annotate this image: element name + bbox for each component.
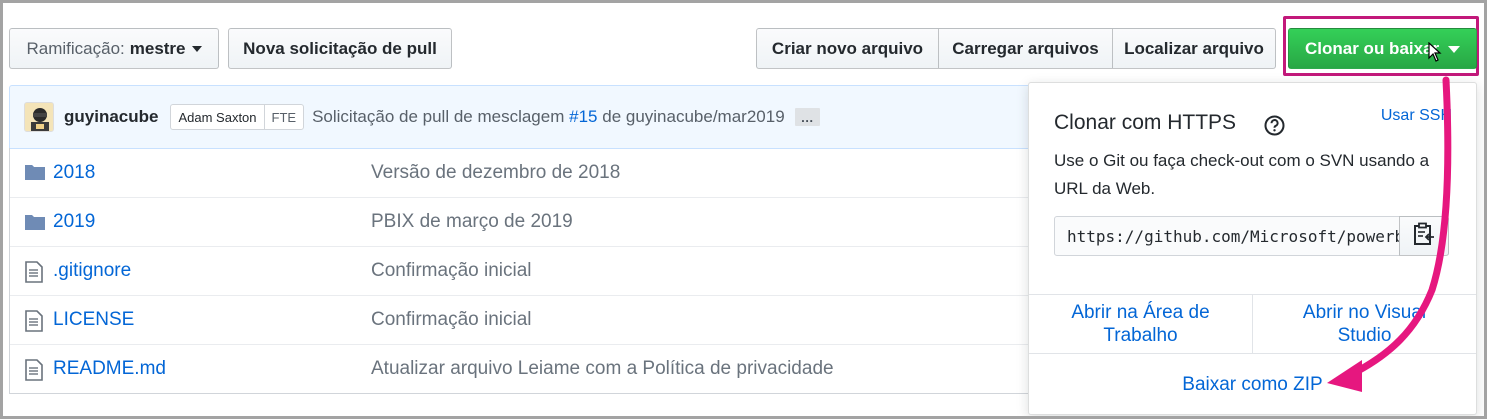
branch-value: mestre xyxy=(129,38,186,58)
clone-popover-title: Clonar com HTTPS xyxy=(1054,111,1237,134)
new-pull-request-button[interactable]: Nova solicitação de pull xyxy=(228,28,452,69)
download-zip-button[interactable]: Baixar como ZIP xyxy=(1029,355,1476,415)
file-actions-group: Criar novo arquivo Carregar arquivos Loc… xyxy=(756,28,1276,69)
create-file-button[interactable]: Criar novo arquivo xyxy=(756,28,939,69)
clone-popover: Clonar com HTTPS Usar SSH Use o Git ou f… xyxy=(1028,82,1477,415)
file-name-link[interactable]: .gitignore xyxy=(53,260,131,282)
clone-open-actions: Abrir na Área de Trabalho Abrir no Visua… xyxy=(1029,294,1476,354)
folder-icon xyxy=(24,162,46,187)
pull-request-link[interactable]: #15 xyxy=(569,107,597,126)
coauthor-tag: FTE xyxy=(263,104,305,130)
chevron-down-icon xyxy=(1448,46,1460,53)
open-visual-studio-button[interactable]: Abrir no Visual Studio xyxy=(1253,295,1476,353)
file-name-link[interactable]: 2019 xyxy=(53,211,95,233)
question-icon[interactable] xyxy=(1264,115,1285,141)
file-icon xyxy=(24,310,44,337)
find-file-button[interactable]: Localizar arquivo xyxy=(1112,28,1276,69)
commit-message: Solicitação de pull de mesclagem #15 de … xyxy=(312,107,785,127)
use-ssh-link[interactable]: Usar SSH xyxy=(1381,107,1452,125)
branch-select-button[interactable]: Ramificação: mestre xyxy=(9,28,219,69)
clone-download-button[interactable]: Clonar ou baixar xyxy=(1288,28,1477,69)
file-name-link[interactable]: README.md xyxy=(53,358,166,380)
clipboard-icon xyxy=(1413,222,1435,251)
file-icon xyxy=(24,359,44,386)
coauthor-label: Adam Saxton xyxy=(170,104,265,130)
file-commit-message[interactable]: PBIX de março de 2019 xyxy=(371,211,573,233)
chevron-down-icon xyxy=(191,45,202,52)
file-icon xyxy=(24,261,44,288)
upload-files-button[interactable]: Carregar arquivos xyxy=(938,28,1113,69)
expand-commit-button[interactable]: … xyxy=(794,108,820,126)
file-commit-message[interactable]: Versão de dezembro de 2018 xyxy=(371,162,620,184)
file-commit-message[interactable]: Confirmação inicial xyxy=(371,260,532,282)
copy-url-button[interactable] xyxy=(1399,216,1449,256)
clone-description: Use o Git ou faça check-out com o SVN us… xyxy=(1054,151,1430,198)
avatar[interactable] xyxy=(24,102,54,132)
commit-message-prefix: Solicitação de pull de mesclagem xyxy=(312,107,565,126)
clone-download-label: Clonar ou baixar xyxy=(1305,38,1440,58)
file-name-link[interactable]: 2018 xyxy=(53,162,95,184)
file-commit-message[interactable]: Atualizar arquivo Leiame com a Política … xyxy=(371,358,834,380)
file-commit-message[interactable]: Confirmação inicial xyxy=(371,309,532,331)
commit-author[interactable]: guyinacube xyxy=(64,107,158,127)
clone-url-input[interactable]: https://github.com/Microsoft/powerbi-des… xyxy=(1054,216,1400,256)
folder-icon xyxy=(24,212,46,237)
file-name-link[interactable]: LICENSE xyxy=(53,309,134,331)
commit-message-suffix[interactable]: de guyinacube/mar2019 xyxy=(602,107,784,126)
open-desktop-button[interactable]: Abrir na Área de Trabalho xyxy=(1029,295,1253,353)
branch-label: Ramificação: xyxy=(26,38,125,58)
mouse-cursor-icon xyxy=(1428,41,1442,67)
